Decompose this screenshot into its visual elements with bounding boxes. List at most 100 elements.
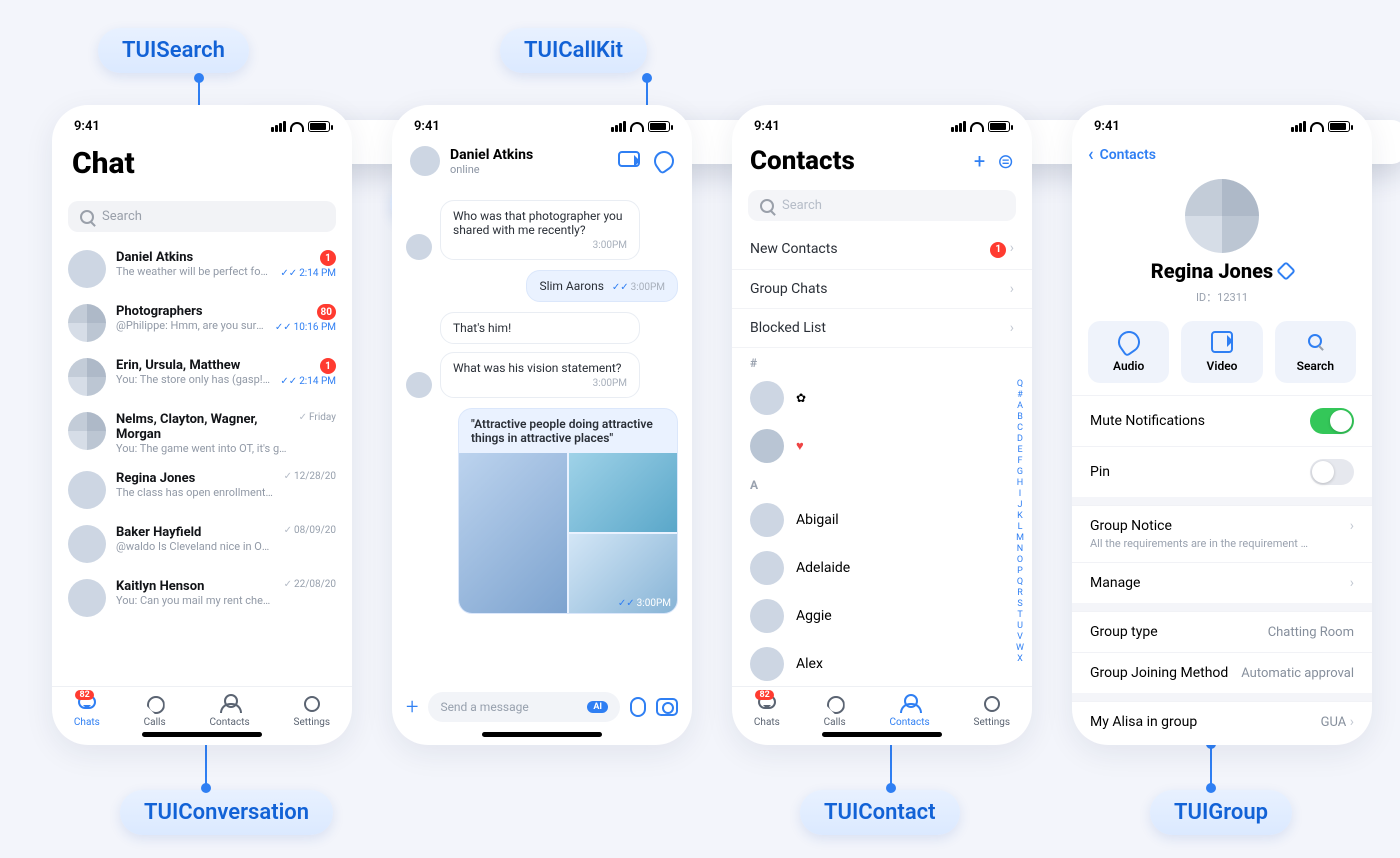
- avatar: [750, 647, 784, 681]
- chevron-left-icon: ‹: [1088, 144, 1094, 165]
- action-audio[interactable]: Audio: [1088, 321, 1169, 383]
- wifi-icon: [1310, 122, 1324, 132]
- conversation-name: Daniel Atkins: [116, 250, 270, 265]
- input-placeholder: Send a message: [440, 700, 528, 714]
- avatar: [750, 381, 784, 415]
- add-attachment-icon[interactable]: +: [406, 695, 418, 720]
- more-icon[interactable]: ⊜: [997, 149, 1014, 173]
- status-bar: 9:41: [1072, 105, 1372, 140]
- ai-chip-icon[interactable]: AI: [587, 701, 608, 713]
- row-group-type: Group typeChatting Room: [1072, 611, 1372, 652]
- contact-row[interactable]: Alex: [732, 640, 1032, 687]
- search-placeholder: Search: [782, 198, 822, 213]
- conversation-row[interactable]: Baker Hayfield@waldo Is Cleveland nice i…: [52, 517, 352, 571]
- avatar: [406, 372, 432, 398]
- row-my-alias[interactable]: My Alisa in groupGUA ›: [1072, 701, 1372, 742]
- row-blocked-list[interactable]: Blocked List›: [732, 309, 1032, 348]
- conversation-name: Photographers: [116, 304, 265, 319]
- row-new-contacts[interactable]: New Contacts 1 ›: [732, 229, 1032, 270]
- search-placeholder: Search: [102, 209, 142, 224]
- chat-name: Daniel Atkins: [450, 147, 533, 163]
- tab-chats[interactable]: 82Chats: [74, 693, 100, 728]
- conversation-time: ✓✓10:16 PM: [275, 322, 336, 333]
- tab-chats[interactable]: 82Chats: [754, 693, 780, 728]
- contact-name: Alex: [796, 656, 823, 672]
- conversation-row[interactable]: Regina JonesThe class has open enrollmen…: [52, 463, 352, 517]
- battery-icon: [308, 121, 330, 132]
- conversation-row[interactable]: Nelms, Clayton, Wagner, MorganYou: The g…: [52, 404, 352, 463]
- contact-name: Abigail: [796, 512, 839, 528]
- chevron-right-icon: ›: [1010, 240, 1014, 256]
- avatar: [750, 599, 784, 633]
- avatar: [68, 471, 106, 509]
- search-icon: [760, 199, 774, 213]
- badge: 1: [990, 242, 1006, 258]
- chevron-right-icon: ›: [1350, 714, 1354, 730]
- group-avatar[interactable]: [1185, 179, 1259, 253]
- conversation-preview: You: The store only has (gasp!) 2% m…: [116, 373, 270, 386]
- search-icon: [80, 210, 94, 224]
- conversation-time: ✓12/28/20: [284, 471, 336, 482]
- back-button[interactable]: ‹Contacts: [1072, 140, 1372, 173]
- contact-row[interactable]: Abigail: [732, 496, 1032, 544]
- tab-calls[interactable]: Calls: [824, 693, 846, 728]
- tab-calls[interactable]: Calls: [144, 693, 166, 728]
- camera-icon[interactable]: [656, 698, 678, 716]
- tab-contacts[interactable]: Contacts: [210, 693, 250, 728]
- search-input[interactable]: Search: [68, 201, 336, 232]
- contact-row[interactable]: Adelaide: [732, 544, 1032, 592]
- conversation-preview: The class has open enrollment until th…: [116, 486, 274, 499]
- toggle-pin[interactable]: [1310, 459, 1354, 485]
- phone-icon: [824, 693, 846, 715]
- edit-icon[interactable]: [1276, 261, 1296, 281]
- avatar[interactable]: [410, 146, 440, 176]
- avatar: [68, 525, 106, 563]
- page-title: Contacts: [750, 146, 855, 176]
- status-time: 9:41: [1094, 119, 1120, 134]
- search-input[interactable]: Search: [748, 190, 1016, 221]
- toggle-mute[interactable]: [1310, 408, 1354, 434]
- conversation-row[interactable]: Erin, Ursula, MatthewYou: The store only…: [52, 350, 352, 404]
- add-contact-icon[interactable]: +: [974, 149, 985, 173]
- mic-icon[interactable]: [630, 697, 646, 717]
- contact-row[interactable]: ✿: [732, 374, 1032, 422]
- action-video[interactable]: Video: [1181, 321, 1262, 383]
- audio-call-icon[interactable]: [650, 147, 678, 175]
- message-outgoing: "Attractive people doing attractive thin…: [406, 408, 678, 614]
- message-input[interactable]: Send a message AI: [428, 692, 620, 722]
- chat-header: Daniel Atkins online: [392, 140, 692, 186]
- contact-row[interactable]: ♥: [732, 422, 1032, 470]
- video-call-icon[interactable]: [618, 151, 640, 167]
- conversation-preview: @waldo Is Cleveland nice in October?: [116, 540, 274, 553]
- row-manage[interactable]: Manage›: [1072, 562, 1372, 603]
- search-icon: [1304, 331, 1326, 353]
- contact-row[interactable]: Aggie: [732, 592, 1032, 640]
- tab-bar: 82Chats Calls Contacts Settings: [732, 686, 1032, 732]
- row-group-chats[interactable]: Group Chats›: [732, 270, 1032, 309]
- message-list[interactable]: Who was that photographer you shared wit…: [392, 186, 692, 682]
- conversation-time: ✓Friday: [299, 412, 336, 423]
- avatar: [68, 304, 106, 342]
- tab-settings[interactable]: Settings: [294, 693, 331, 728]
- group-name: Regina Jones: [1151, 259, 1273, 283]
- conversation-time: ✓✓2:14 PM: [280, 268, 336, 279]
- leader: [1210, 744, 1212, 788]
- avatar: [406, 234, 432, 260]
- callout-contact: TUIContact: [800, 790, 960, 835]
- action-search[interactable]: Search: [1275, 321, 1356, 383]
- conversation-row[interactable]: Daniel AtkinsThe weather will be perfect…: [52, 242, 352, 296]
- conversation-preview: @Philippe: Hmm, are you sure?: [116, 319, 265, 332]
- alpha-index[interactable]: Q#ABCDEFGHIJKLMNOPQRSTUVWX: [1016, 379, 1024, 664]
- row-pin[interactable]: Pin: [1072, 446, 1372, 497]
- conversation-row[interactable]: Photographers@Philippe: Hmm, are you sur…: [52, 296, 352, 350]
- row-mute[interactable]: Mute Notifications: [1072, 395, 1372, 446]
- signal-icon: [1291, 121, 1306, 132]
- row-group-notice[interactable]: Group Notice› All the requirements are i…: [1072, 505, 1372, 562]
- tab-contacts[interactable]: Contacts: [890, 693, 930, 728]
- image-attachment[interactable]: ✓✓3:00PM: [459, 453, 677, 613]
- avatar: [68, 358, 106, 396]
- tab-settings[interactable]: Settings: [974, 693, 1011, 728]
- conversation-time: ✓✓2:14 PM: [280, 376, 336, 387]
- unread-badge: 1: [320, 358, 336, 374]
- conversation-row[interactable]: Kaitlyn HensonYou: Can you mail my rent …: [52, 571, 352, 625]
